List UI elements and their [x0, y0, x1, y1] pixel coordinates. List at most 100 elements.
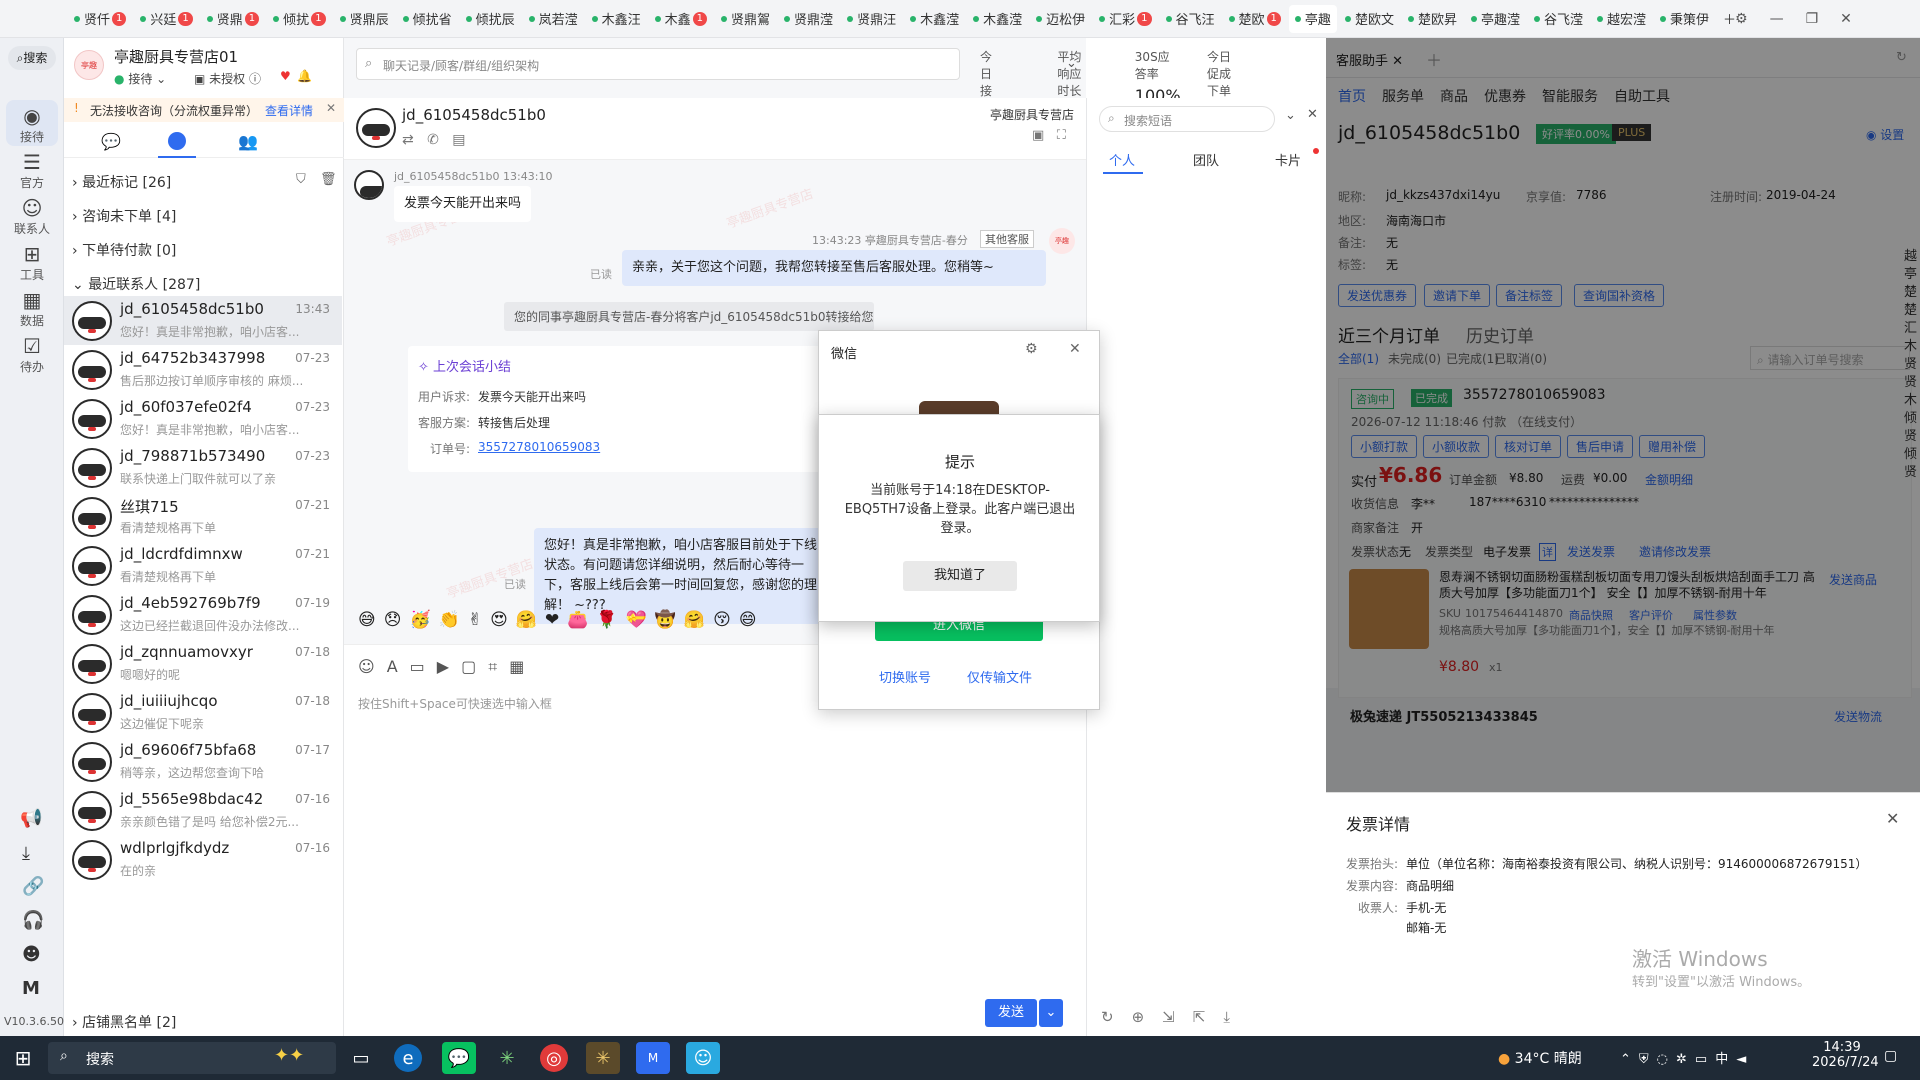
group-blacklist[interactable]: › 店铺黑名单 [2]: [72, 1012, 176, 1032]
auth-status[interactable]: ▣ 未授权 ⓘ: [194, 70, 261, 87]
nav-data[interactable]: ▦ 数据: [0, 284, 64, 330]
windows-start-icon[interactable]: ⊞: [6, 1042, 40, 1074]
shop-tab[interactable]: 贤仟 1: [68, 5, 132, 33]
settings-icon[interactable]: ⚙: [1735, 11, 1748, 27]
group-unpaid[interactable]: › 下单待付款 [0]: [72, 240, 176, 260]
video-icon[interactable]: ▶: [437, 657, 461, 676]
bot-icon[interactable]: ☻: [22, 944, 41, 965]
filter-icon[interactable]: ⛉: [296, 172, 306, 187]
phrase-search-input[interactable]: ⌕ 搜索短语: [1099, 106, 1275, 132]
shop-tab[interactable]: 越宏滢: [1591, 5, 1652, 33]
chat-bubble-icon[interactable]: 💬: [101, 132, 121, 151]
shop-tab[interactable]: 贤鼎汪: [841, 5, 902, 33]
conversation-item[interactable]: jd_64752b3437998 07-23 售后那边按订单顺序审核的 麻烦...: [64, 345, 342, 394]
global-search-button[interactable]: ⌕搜索: [8, 46, 56, 70]
headset-icon[interactable]: 🎧: [22, 910, 44, 931]
clock-icon[interactable]: [168, 132, 186, 150]
close-invoice-icon[interactable]: ✕: [1886, 809, 1899, 828]
warning-link[interactable]: 查看详情: [265, 102, 313, 119]
emoji-icon[interactable]: ☺: [358, 657, 387, 676]
m-icon[interactable]: M: [22, 978, 40, 999]
emoji-option[interactable]: 👛: [567, 610, 588, 630]
shop-tab[interactable]: 楚欧昇: [1402, 5, 1463, 33]
shop-tab[interactable]: 兴廷 1: [134, 5, 198, 33]
switch-account-link[interactable]: 切换账号: [879, 667, 931, 686]
shop-tab[interactable]: 倾扰 1: [267, 5, 331, 33]
group-recent[interactable]: ⌄ 最近联系人 [287]: [72, 274, 200, 294]
shop-tab[interactable]: 木鑫滢: [904, 5, 965, 33]
app-m-icon[interactable]: M: [636, 1042, 670, 1074]
nav-contacts[interactable]: ☺ 联系人: [0, 192, 64, 238]
wechat-icon[interactable]: 💬: [442, 1042, 476, 1074]
bell-icon[interactable]: 🔔: [297, 69, 312, 83]
group-unreplied[interactable]: › 咨询未下单 [4]: [72, 206, 176, 226]
trash-icon[interactable]: 🗑: [320, 172, 337, 187]
chat-search-input[interactable]: ⌕ 聊天记录/顾客/群组/组织架构: [356, 48, 960, 80]
phrase-tab-personal[interactable]: 个人: [1109, 150, 1135, 169]
app-red-icon[interactable]: ◎: [540, 1044, 568, 1072]
message-input[interactable]: 按住Shift+Space可快速选中输入框: [358, 695, 552, 712]
conversation-item[interactable]: wdlprlgjfkdydz 07-16 在的亲: [64, 835, 342, 884]
folder-icon[interactable]: ▢: [461, 657, 488, 676]
conversation-item[interactable]: 丝琪715 07-21 看清楚规格再下单: [64, 492, 342, 541]
app-gold-icon[interactable]: ✳: [586, 1042, 620, 1074]
conversation-item[interactable]: jd_iuiiiujhcqo 07-18 这边催促下呢亲: [64, 688, 342, 737]
shop-tab[interactable]: 亭趣: [1288, 4, 1337, 33]
nav-tools[interactable]: ⊞ 工具: [0, 238, 64, 284]
emoji-option[interactable]: 🌹: [596, 610, 617, 630]
shield-icon[interactable]: ⛨: [1639, 1052, 1657, 1067]
message-icon[interactable]: ▤: [452, 132, 465, 148]
conversation-item[interactable]: jd_zqnnuamovxyr 07-18 嗯嗯好的呢: [64, 639, 342, 688]
weather-widget[interactable]: ● 34°C 晴朗: [1498, 1048, 1582, 1068]
shop-tab[interactable]: 贤鼎滢: [778, 5, 839, 33]
close-icon[interactable]: ✕: [1069, 341, 1081, 357]
close-icon[interactable]: ✕: [1840, 11, 1852, 27]
refresh-icon[interactable]: ↻: [1101, 1008, 1132, 1026]
conversation-item[interactable]: jd_6105458dc51b0 13:43 您好！真是非常抱歉，咱小店客...: [64, 296, 342, 345]
bag-icon[interactable]: ⛶: [1057, 128, 1066, 143]
conversation-item[interactable]: jd_4eb592769b7f9 07-19 这边已经拦截退回件没办法修改...: [64, 590, 342, 639]
group-icon[interactable]: 👥: [238, 132, 258, 151]
shop-tab[interactable]: 木鑫滢: [967, 5, 1028, 33]
emoji-option[interactable]: 🤗: [516, 610, 537, 630]
edge-icon[interactable]: e: [394, 1044, 422, 1072]
shop-tab[interactable]: 倾扰辰: [460, 5, 521, 33]
shop-tab[interactable]: 倾扰省: [397, 5, 458, 33]
shop-tab[interactable]: 亭趣滢: [1465, 5, 1526, 33]
summary-order-link[interactable]: 3557278010659083: [478, 440, 600, 454]
emoji-option[interactable]: 🥳: [409, 610, 430, 630]
task-view-icon[interactable]: ▭: [344, 1042, 378, 1074]
conversation-item[interactable]: jd_798871b573490 07-23 联系快递上门取件就可以了亲: [64, 443, 342, 492]
send-button[interactable]: 发送: [985, 999, 1037, 1027]
shop-tab[interactable]: 木鑫 1: [649, 5, 713, 33]
conversation-item[interactable]: jd_69606f75bfa68 07-17 稍等亲，这边帮您查询下哈: [64, 737, 342, 786]
shop-tab[interactable]: 秉策伊: [1654, 5, 1715, 33]
download-icon[interactable]: ⤓: [22, 843, 30, 864]
add-icon[interactable]: ⊕: [1132, 1008, 1163, 1026]
restore-icon[interactable]: ❐: [1806, 11, 1819, 27]
app-star-icon[interactable]: ✳: [490, 1042, 524, 1074]
phrase-tab-card[interactable]: 卡片: [1275, 150, 1301, 169]
conversation-item[interactable]: jd_60f037efe02f4 07-23 您好！真是非常抱歉，咱小店客...: [64, 394, 342, 443]
minimize-icon[interactable]: —: [1770, 11, 1784, 27]
expand-stats-icon[interactable]: ⌄: [1066, 56, 1077, 71]
shop-tab[interactable]: 汇彩 1: [1093, 5, 1157, 33]
settings-icon[interactable]: ⚙: [1025, 341, 1038, 357]
shop-tab[interactable]: 楚欧 1: [1223, 5, 1287, 33]
shop-tab[interactable]: 贤鼎鴐: [715, 5, 776, 33]
announce-icon[interactable]: 📢: [20, 808, 42, 829]
send-options-button[interactable]: ⌄: [1039, 999, 1063, 1027]
emoji-option[interactable]: 😚: [713, 610, 731, 630]
app-chat-icon[interactable]: ☺: [686, 1042, 720, 1074]
emoji-option[interactable]: 👏: [439, 610, 460, 630]
emoji-option[interactable]: 😍: [490, 610, 508, 630]
transfer-icon[interactable]: ⇄: [402, 132, 414, 148]
files-only-link[interactable]: 仅传输文件: [967, 667, 1032, 686]
notification-icon[interactable]: ▢: [1884, 1048, 1897, 1064]
network-icon[interactable]: ▭: [1695, 1052, 1715, 1067]
phone-icon[interactable]: ✆: [427, 132, 439, 148]
emoji-option[interactable]: 😅: [358, 610, 376, 630]
reception-status[interactable]: ● 接待 ⌄: [114, 70, 166, 87]
image-icon[interactable]: ▭: [410, 657, 437, 676]
phrase-tab-team[interactable]: 团队: [1193, 150, 1219, 169]
